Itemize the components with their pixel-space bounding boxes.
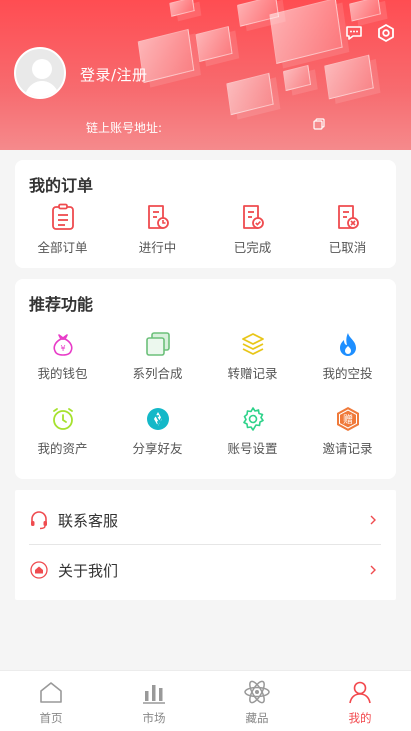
order-all[interactable]: 全部订单 bbox=[15, 203, 110, 256]
svg-text:¥: ¥ bbox=[60, 344, 65, 353]
order-completed[interactable]: 已完成 bbox=[205, 203, 300, 256]
tab-mine-label: 我的 bbox=[348, 711, 372, 725]
order-in-progress[interactable]: 进行中 bbox=[110, 203, 205, 256]
feature-share-label: 分享好友 bbox=[132, 441, 183, 456]
chevron-right-icon bbox=[370, 565, 376, 575]
feature-account-settings-label: 账号设置 bbox=[227, 441, 278, 456]
hexagon-gift-icon: 赠 bbox=[336, 407, 359, 431]
feature-airdrop[interactable]: 我的空投 bbox=[300, 331, 395, 382]
contact-support-label: 联系客服 bbox=[58, 511, 119, 530]
aperture-icon bbox=[146, 408, 169, 430]
tab-mine[interactable]: 我的 bbox=[309, 679, 411, 726]
tab-market-label: 市场 bbox=[142, 711, 166, 725]
feature-gift-records[interactable]: 转赠记录 bbox=[205, 331, 300, 382]
stack-layers-icon bbox=[241, 333, 264, 355]
feature-series-merge-label: 系列合成 bbox=[132, 366, 183, 381]
feature-assets[interactable]: 我的资产 bbox=[15, 406, 110, 457]
decor-cube bbox=[169, 0, 195, 17]
tab-home[interactable]: 首页 bbox=[0, 679, 102, 726]
user-icon bbox=[349, 681, 371, 704]
feature-account-settings[interactable]: 账号设置 bbox=[205, 406, 300, 457]
chevron-right-icon bbox=[370, 515, 376, 525]
document-progress-icon bbox=[147, 205, 169, 229]
contact-support-row[interactable]: 联系客服 bbox=[15, 495, 396, 545]
bar-chart-icon bbox=[143, 685, 165, 704]
invite-badge-text: 赠 bbox=[343, 413, 353, 426]
feature-series-merge[interactable]: 系列合成 bbox=[110, 331, 205, 382]
feature-wallet[interactable]: ¥ 我的钱包 bbox=[15, 331, 110, 382]
tab-home-label: 首页 bbox=[39, 711, 63, 725]
home-icon bbox=[40, 682, 62, 703]
profile-header: 登录/注册 链上账号地址: bbox=[0, 0, 411, 150]
bottom-tab-bar: 首页 市场 藏品 我的 bbox=[0, 670, 411, 731]
clipboard-list-icon bbox=[51, 203, 74, 230]
copy-icon[interactable] bbox=[313, 118, 325, 130]
feature-invite-records[interactable]: 赠 邀请记录 bbox=[300, 406, 395, 457]
decor-cube bbox=[226, 72, 274, 116]
feature-gift-records-label: 转赠记录 bbox=[227, 366, 278, 381]
alarm-clock-icon bbox=[52, 408, 73, 430]
header-actions bbox=[343, 22, 397, 44]
home-circle-icon bbox=[30, 561, 48, 579]
order-in-progress-label: 进行中 bbox=[138, 240, 177, 255]
orders-card: 我的订单 全部订单 进行中 已完成 已取消 bbox=[15, 160, 396, 268]
decor-cube bbox=[269, 0, 343, 65]
chain-address-label: 链上账号地址: bbox=[86, 121, 163, 135]
money-bag-icon: ¥ bbox=[52, 334, 73, 356]
atom-icon bbox=[244, 680, 270, 704]
order-cancelled-label: 已取消 bbox=[328, 240, 367, 255]
order-cancelled[interactable]: 已取消 bbox=[300, 203, 395, 256]
tab-collections[interactable]: 藏品 bbox=[206, 679, 308, 726]
document-check-icon bbox=[242, 205, 264, 229]
decor-cube bbox=[324, 54, 374, 100]
document-cancel-icon bbox=[337, 205, 359, 229]
feature-invite-records-label: 邀请记录 bbox=[322, 441, 373, 456]
decor-cube bbox=[195, 26, 233, 62]
layers-copy-icon bbox=[145, 332, 170, 356]
gear-icon bbox=[242, 407, 264, 431]
order-completed-label: 已完成 bbox=[233, 240, 272, 255]
headset-icon bbox=[31, 511, 47, 530]
order-all-label: 全部订单 bbox=[37, 240, 88, 255]
feature-share[interactable]: 分享好友 bbox=[110, 406, 205, 457]
tab-market[interactable]: 市场 bbox=[103, 679, 205, 726]
feature-assets-label: 我的资产 bbox=[37, 441, 88, 456]
default-avatar-icon bbox=[24, 59, 60, 97]
features-title: 推荐功能 bbox=[29, 295, 94, 314]
about-us-label: 关于我们 bbox=[58, 561, 119, 580]
login-register-link[interactable]: 登录/注册 bbox=[80, 64, 148, 85]
decor-cube bbox=[282, 64, 312, 92]
flame-icon bbox=[339, 333, 356, 356]
tab-collections-label: 藏品 bbox=[245, 711, 269, 725]
about-us-row[interactable]: 关于我们 bbox=[15, 545, 396, 595]
avatar[interactable] bbox=[14, 47, 66, 99]
service-list-card: 联系客服 关于我们 bbox=[15, 490, 396, 600]
settings-hex-icon[interactable] bbox=[375, 22, 397, 44]
orders-title: 我的订单 bbox=[29, 176, 94, 195]
feature-airdrop-label: 我的空投 bbox=[322, 366, 373, 381]
decor-cube bbox=[349, 0, 381, 22]
feature-wallet-label: 我的钱包 bbox=[37, 366, 88, 381]
features-card: 推荐功能 ¥ 我的钱包 系列合成 转赠记录 我的空投 我的资产 分享好友 账号设… bbox=[15, 279, 396, 479]
message-icon[interactable] bbox=[343, 22, 365, 44]
